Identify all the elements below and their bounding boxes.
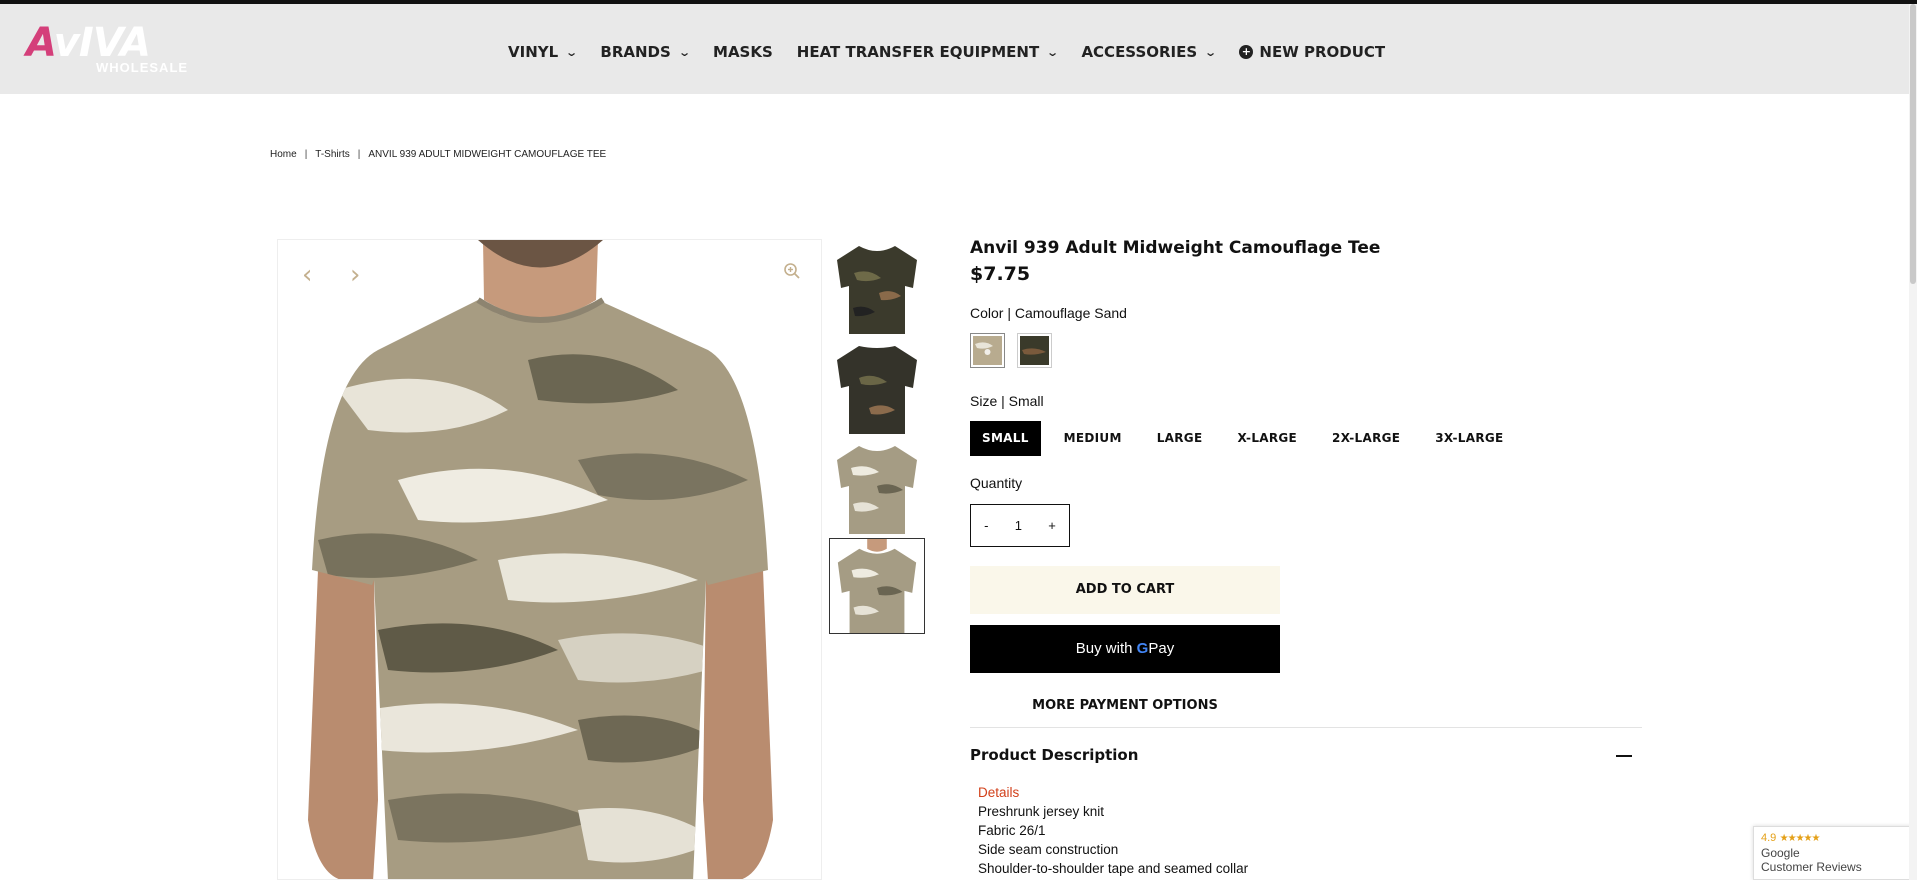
star-rating-icon: ★★★★★	[1779, 833, 1821, 844]
thumbnail-green-front[interactable]	[829, 238, 925, 334]
main-nav: VINYL ⌄ BRANDS ⌄ MASKS HEAT TRANSFER EQUIP…	[508, 40, 1409, 64]
zoom-in-icon[interactable]	[783, 262, 801, 280]
thumbnail-list	[829, 238, 925, 638]
check-icon	[975, 342, 993, 355]
quantity-label: Quantity	[970, 475, 1023, 491]
google-reviews-badge[interactable]: 4.9 ★★★★★ Google Customer Reviews	[1753, 826, 1917, 880]
product-price: $7.75	[970, 263, 1031, 285]
size-x-large[interactable]: X-LARGE	[1225, 421, 1309, 456]
more-payment-options-link[interactable]: MORE PAYMENT OPTIONS	[970, 698, 1280, 713]
swatch-camouflage-sand[interactable]	[970, 333, 1005, 368]
chevron-down-icon: ⌄	[1204, 45, 1218, 59]
google-pay-button[interactable]: Buy with GPay	[970, 625, 1280, 673]
color-label: Color | Camouflage Sand	[970, 305, 1127, 321]
size-2x-large[interactable]: 2X-LARGE	[1320, 421, 1412, 456]
swatch-camouflage-green[interactable]	[1017, 333, 1052, 368]
breadcrumb-home[interactable]: Home	[270, 149, 297, 160]
size-small[interactable]: SMALL	[970, 421, 1041, 456]
nav-accessories[interactable]: ACCESSORIES ⌄	[1081, 43, 1218, 61]
product-main-image[interactable]: ‹ ›	[277, 239, 822, 880]
breadcrumb-category[interactable]: T-Shirts	[315, 149, 349, 160]
chevron-right-icon[interactable]: ›	[350, 260, 360, 290]
details-heading: Details	[978, 785, 1020, 800]
breadcrumb: Home | T-Shirts | ANVIL 939 ADULT MIDWEI…	[270, 149, 606, 160]
breadcrumb-separator: |	[304, 149, 308, 160]
quantity-value[interactable]: 1	[1015, 518, 1022, 533]
site-header: AvIVA WHOLESALE VINYL ⌄ BRANDS ⌄ MASKS HEA…	[0, 4, 1917, 94]
review-label: Customer Reviews	[1761, 860, 1862, 874]
page-scrollbar[interactable]	[1909, 4, 1917, 880]
detail-line: Side seam construction	[978, 842, 1119, 857]
chevron-down-icon: ⌄	[565, 45, 579, 59]
camo-tee-photo	[308, 240, 773, 879]
breadcrumb-current: ANVIL 939 ADULT MIDWEIGHT CAMOUFLAGE TEE	[368, 149, 607, 160]
quantity-decrease-button[interactable]: -	[984, 518, 988, 533]
thumbnail-sand-front[interactable]	[829, 438, 925, 534]
add-to-cart-button[interactable]: ADD TO CART	[970, 566, 1280, 614]
size-options: SMALL MEDIUM LARGE X-LARGE 2X-LARGE 3X-L…	[970, 421, 1527, 456]
detail-line: Fabric 26/1	[978, 823, 1046, 838]
google-g-icon: G	[1136, 640, 1149, 657]
collapse-minus-icon	[1616, 755, 1632, 757]
product-description-body: Details Preshrunk jersey knit Fabric 26/…	[978, 783, 1248, 878]
chevron-down-icon: ⌄	[1046, 45, 1060, 59]
nav-vinyl[interactable]: VINYL ⌄	[508, 43, 579, 61]
product-title: Anvil 939 Adult Midweight Camouflage Tee	[970, 238, 1381, 258]
color-swatches	[970, 333, 1052, 368]
thumbnail-sand-model[interactable]	[829, 538, 925, 634]
aviva-logo[interactable]: AvIVA WHOLESALE	[26, 20, 187, 78]
breadcrumb-separator: |	[357, 149, 361, 160]
detail-line: Preshrunk jersey knit	[978, 804, 1105, 819]
scrollbar-thumb[interactable]	[1910, 4, 1916, 284]
review-source: Google	[1761, 846, 1800, 860]
chevron-left-icon[interactable]: ‹	[302, 260, 312, 290]
size-medium[interactable]: MEDIUM	[1052, 421, 1134, 456]
review-score: 4.9	[1761, 832, 1777, 844]
quantity-stepper: - 1 +	[970, 504, 1070, 547]
size-large[interactable]: LARGE	[1145, 421, 1215, 456]
nav-masks[interactable]: MASKS	[713, 43, 773, 61]
thumbnail-green-back[interactable]	[829, 338, 925, 434]
quantity-increase-button[interactable]: +	[1048, 518, 1056, 533]
plus-circle-icon: +	[1239, 45, 1254, 59]
product-description-toggle[interactable]: Product Description	[970, 746, 1642, 764]
chevron-down-icon: ⌄	[677, 45, 691, 59]
nav-new-product[interactable]: + NEW PRODUCT	[1239, 43, 1385, 61]
size-label: Size | Small	[970, 393, 1044, 409]
divider	[970, 727, 1642, 728]
detail-line: Shoulder-to-shoulder tape and seamed col…	[978, 861, 1249, 876]
nav-brands[interactable]: BRANDS ⌄	[600, 43, 691, 61]
size-3x-large[interactable]: 3X-LARGE	[1423, 421, 1515, 456]
nav-heat-transfer-equipment[interactable]: HEAT TRANSFER EQUIPMENT ⌄	[797, 43, 1060, 61]
